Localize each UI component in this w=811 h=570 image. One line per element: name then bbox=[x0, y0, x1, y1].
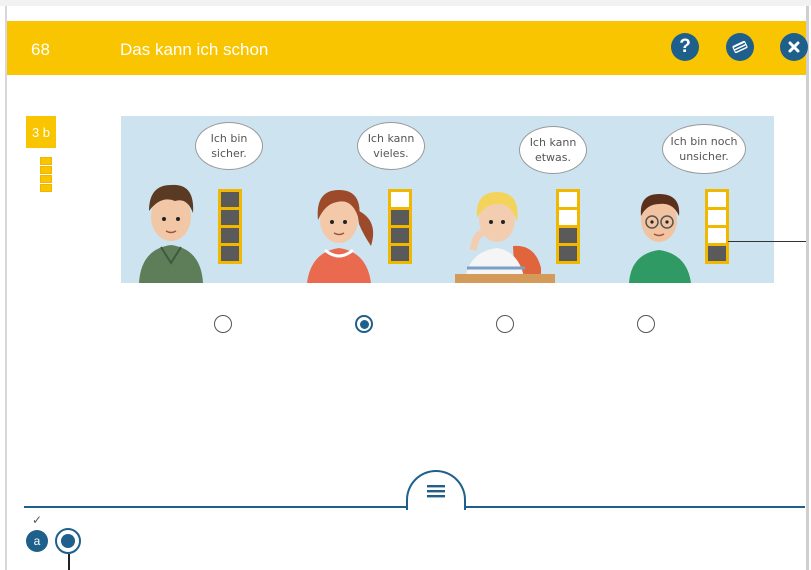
close-icon bbox=[788, 41, 800, 53]
level-bar bbox=[705, 189, 729, 264]
hamburger-menu-icon bbox=[427, 485, 445, 498]
speech-bubble: Ich bin noch unsicher. bbox=[662, 124, 746, 174]
level-segment bbox=[708, 228, 726, 243]
mini-level-segment bbox=[40, 184, 52, 192]
mini-level-segment bbox=[40, 175, 52, 183]
checkmark-icon: ✓ bbox=[32, 513, 43, 527]
window-frame-left bbox=[5, 6, 7, 570]
close-button[interactable] bbox=[780, 33, 808, 61]
speech-bubble: Ich kann vieles. bbox=[357, 122, 425, 170]
help-button[interactable]: ? bbox=[671, 33, 699, 61]
page-title: Das kann ich schon bbox=[120, 40, 269, 59]
pointer-line bbox=[728, 241, 806, 242]
level-bar bbox=[388, 189, 412, 264]
level-segment bbox=[559, 192, 577, 207]
level-segment bbox=[708, 192, 726, 207]
option-radio-4[interactable] bbox=[637, 315, 655, 333]
page-number: 68 bbox=[31, 40, 50, 59]
task-badge: 3 b bbox=[26, 116, 56, 148]
level-segment bbox=[391, 192, 409, 207]
option-radio-3[interactable] bbox=[496, 315, 514, 333]
speech-text: Ich kann etwas. bbox=[529, 136, 577, 164]
option-radio-2[interactable] bbox=[355, 315, 373, 333]
book-icon bbox=[732, 40, 748, 54]
mini-level-segment bbox=[40, 157, 52, 165]
tab-mask bbox=[408, 508, 464, 513]
level-segment bbox=[221, 210, 239, 225]
child-girl-ponytail-image bbox=[307, 190, 374, 283]
level-segment bbox=[559, 228, 577, 243]
level-segment bbox=[559, 246, 577, 261]
level-segment bbox=[221, 246, 239, 261]
window-frame-top bbox=[0, 0, 811, 6]
book-button[interactable] bbox=[726, 33, 754, 61]
speech-text: Ich bin sicher. bbox=[210, 132, 248, 160]
exercise-nav-item-current[interactable] bbox=[55, 528, 81, 554]
header-bar: 68 Das kann ich schon ? bbox=[7, 21, 808, 75]
mini-level-indicator bbox=[40, 157, 52, 193]
menu-button[interactable] bbox=[406, 470, 466, 513]
level-segment bbox=[391, 228, 409, 243]
child-boy-glasses-image bbox=[629, 194, 691, 283]
level-bar bbox=[218, 189, 242, 264]
speech-bubble: Ich kann etwas. bbox=[519, 126, 587, 174]
level-segment bbox=[559, 210, 577, 225]
child-girl-thinking-image bbox=[455, 192, 555, 283]
speech-bubble: Ich bin sicher. bbox=[195, 122, 263, 170]
child-boy-hoodie-image bbox=[139, 184, 203, 283]
level-segment bbox=[221, 228, 239, 243]
option-radio-1[interactable] bbox=[214, 315, 232, 333]
exercise-nav-item-a[interactable]: a bbox=[26, 530, 48, 552]
current-position-marker bbox=[68, 554, 70, 570]
window-frame-right bbox=[806, 6, 809, 570]
exercise-nav-label: a bbox=[33, 534, 41, 548]
speech-text: Ich bin noch unsicher. bbox=[670, 135, 738, 163]
level-segment bbox=[708, 210, 726, 225]
mini-level-segment bbox=[40, 166, 52, 174]
level-bar bbox=[556, 189, 580, 264]
question-mark-icon: ? bbox=[679, 36, 691, 57]
level-segment bbox=[708, 246, 726, 261]
level-segment bbox=[221, 192, 239, 207]
level-segment bbox=[391, 210, 409, 225]
level-segment bbox=[391, 246, 409, 261]
self-assessment-illustration: Ich bin sicher. Ich kann vieles. Ich kan… bbox=[121, 116, 774, 283]
speech-text: Ich kann vieles. bbox=[367, 132, 415, 160]
